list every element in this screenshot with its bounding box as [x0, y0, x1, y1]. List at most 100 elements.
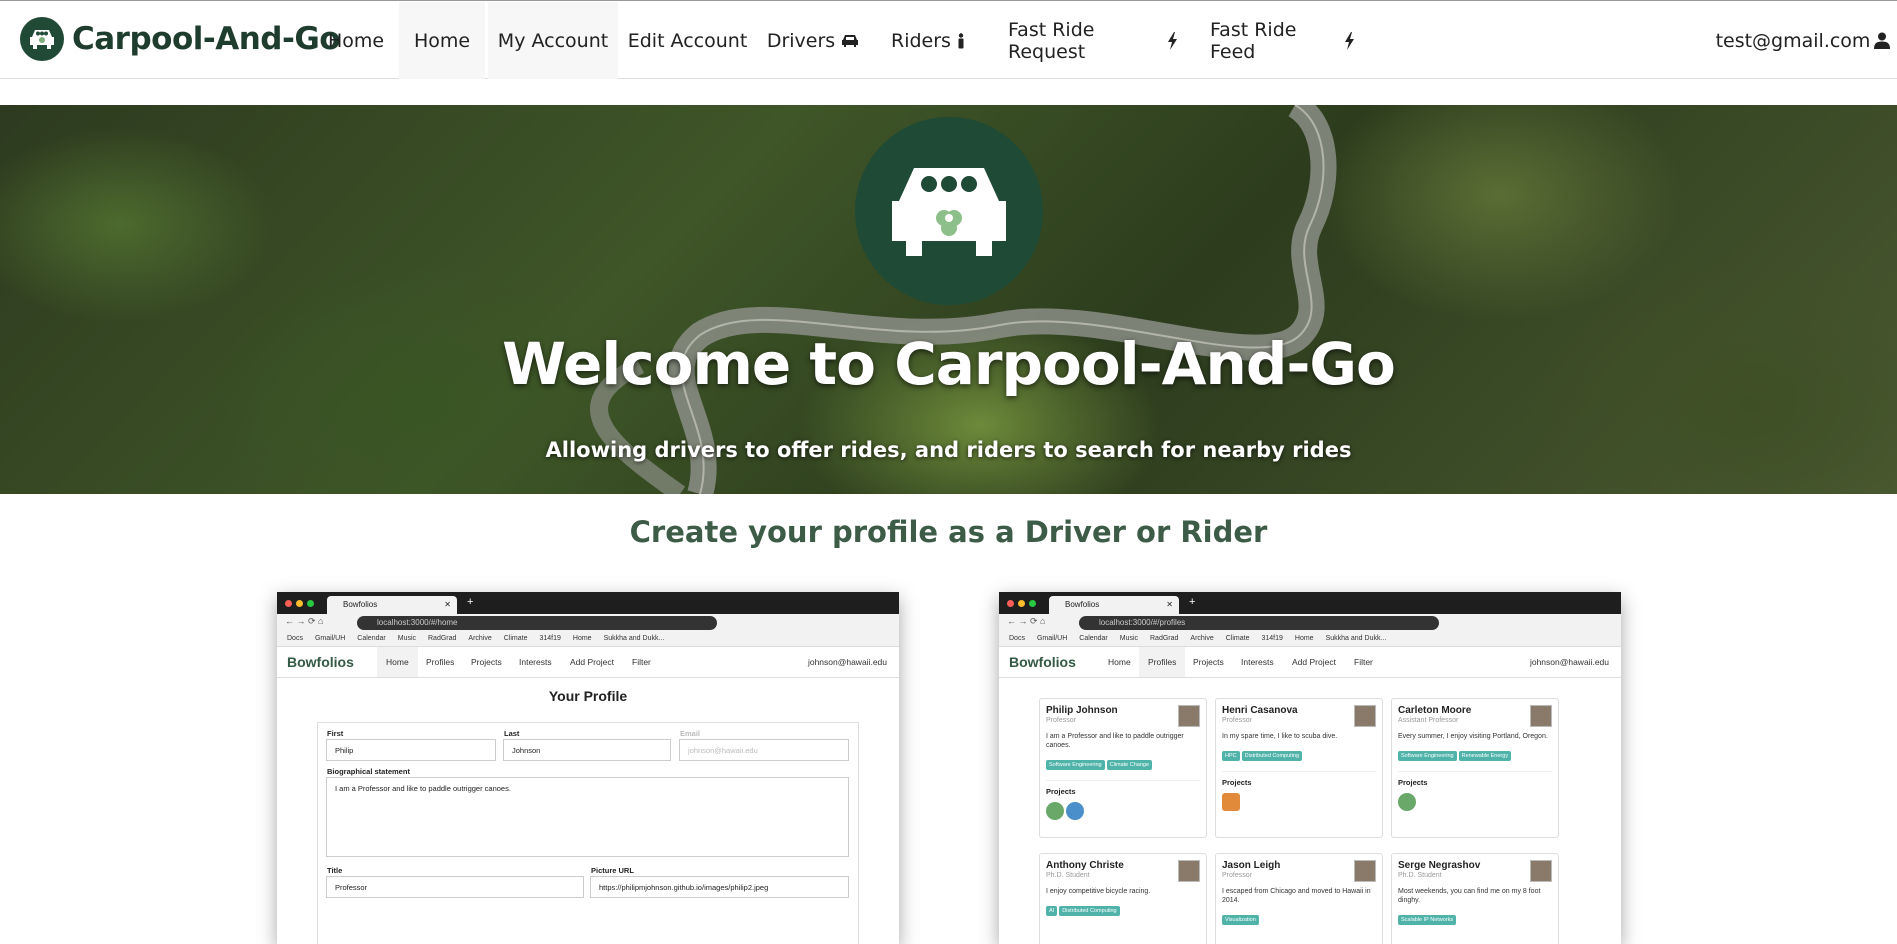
nav-fast-ride-feed[interactable]: Fast Ride Feed	[1210, 2, 1355, 79]
avatar	[1530, 705, 1552, 727]
new-tab-icon: +	[467, 596, 474, 608]
card-tags: Visualization	[1222, 915, 1376, 925]
inner-form: First Philip Last Johnson Email johnson@…	[317, 722, 859, 944]
inner-navbar: Bowfolios Home Profiles Projects Interes…	[999, 647, 1621, 678]
avatar	[1178, 705, 1200, 727]
browser-tab-title: Bowfolios	[343, 600, 378, 609]
inner-link: Profiles	[426, 657, 455, 667]
bookmark: Climate	[503, 635, 528, 642]
bookmark: Home	[1294, 635, 1314, 642]
bookmark: 314f19	[539, 635, 561, 642]
browser-toolbar: ← → ⟳ ⌂ localhost:3000/#/profiles	[999, 614, 1621, 632]
browser-tab: Bowfolios ✕	[1049, 596, 1179, 614]
inner-link: Filter	[1354, 657, 1373, 667]
bookmarks-bar: Docs Gmail/UH Calendar Music RadGrad Archive C…	[999, 632, 1621, 647]
bookmark: Docs	[1009, 635, 1025, 642]
project-icon	[1398, 793, 1416, 811]
card-tags: Scalable IP Networks	[1398, 915, 1552, 925]
bookmark: Calendar	[1079, 635, 1108, 642]
nav-drivers-label: Drivers	[766, 29, 836, 52]
inner-field: Philip	[326, 739, 496, 761]
nav-arrows-icon: ← → ⟳ ⌂	[285, 616, 324, 626]
card-bio: I enjoy competitive bicycle racing.	[1046, 888, 1151, 895]
inner-link: Add Project	[1292, 657, 1336, 667]
bookmark: Gmail/UH	[314, 635, 346, 642]
nav-home-2[interactable]: Home	[399, 2, 485, 79]
avatar	[1178, 860, 1200, 882]
nav-fast-ride-request[interactable]: Fast Ride Request	[1008, 2, 1178, 79]
bolt-icon	[1344, 31, 1355, 50]
profile-card: Philip Johnson Professor I am a Professo…	[1039, 698, 1207, 838]
inner-field: Johnson	[503, 739, 671, 761]
tag: Climate Change	[1106, 760, 1153, 770]
card-bio: In my spare time, I like to scuba dive.	[1222, 733, 1338, 740]
profile-form-screenshot: Bowfolios ✕ + ← → ⟳ ⌂ localhost:3000/#/ho…	[277, 592, 899, 944]
inner-link: Home	[377, 647, 418, 677]
card-bio: Every summer, I enjoy visiting Portland,…	[1398, 733, 1548, 740]
browser-tab: Bowfolios ✕	[327, 596, 457, 614]
bookmark: RadGrad	[1150, 635, 1179, 642]
user-menu[interactable]: test@gmail.com	[1716, 2, 1891, 79]
nav-drivers[interactable]: Drivers	[766, 2, 859, 79]
user-email: test@gmail.com	[1715, 29, 1871, 52]
inner-link: Projects	[1193, 657, 1224, 667]
browser-toolbar: ← → ⟳ ⌂ localhost:3000/#/home	[277, 614, 899, 632]
bookmark: Home	[572, 635, 592, 642]
nav-home-1[interactable]: Home	[317, 2, 395, 79]
card-role: Ph.D. Student	[1398, 872, 1442, 879]
tag: Scalable IP Networks	[1398, 915, 1457, 925]
inner-brand: Bowfolios	[1009, 654, 1076, 670]
profile-card: Jason Leigh Professor I escaped from Chi…	[1215, 853, 1383, 944]
avatar	[1354, 705, 1376, 727]
bookmark: Music	[1119, 635, 1138, 642]
card-name: Henri Casanova	[1222, 705, 1298, 716]
brand-link[interactable]: Carpool-And-Go	[20, 17, 341, 61]
profile-card: Serge Negrashov Ph.D. Student Most weeke…	[1391, 853, 1559, 944]
nav-fast-ride-request-label: Fast Ride Request	[1008, 18, 1095, 63]
card-role: Professor	[1222, 872, 1252, 879]
nav-edit-account[interactable]: Edit Account	[625, 2, 750, 79]
nav-my-account[interactable]: My Account	[488, 2, 618, 79]
card-projects-label: Projects	[1222, 771, 1376, 787]
profile-card: Anthony Christe Ph.D. Student I enjoy co…	[1039, 853, 1207, 944]
card-bio: I escaped from Chicago and moved to Hawa…	[1222, 888, 1371, 904]
profile-card: Henri Casanova Professor In my spare tim…	[1215, 698, 1383, 838]
inner-label: Biographical statement	[327, 767, 410, 776]
card-role: Professor	[1046, 717, 1076, 724]
nav-my-account-label: My Account	[497, 29, 609, 52]
inner-label: First	[327, 729, 344, 738]
hero-subtitle: Allowing drivers to offer rides, and rid…	[545, 438, 1352, 462]
card-name: Jason Leigh	[1222, 860, 1281, 871]
new-tab-icon: +	[1189, 596, 1196, 608]
hero-car-logo-icon	[855, 117, 1043, 305]
project-icon	[1222, 793, 1240, 811]
project-icon	[1046, 802, 1064, 820]
inner-label: Email	[680, 729, 701, 738]
tag: Visualization	[1222, 915, 1259, 925]
bookmark: Sukkha and Dukk...	[603, 635, 665, 642]
inner-link: Interests	[1241, 657, 1274, 667]
bookmarks-bar: Docs Gmail/UH Calendar Music RadGrad Archive C…	[277, 632, 899, 647]
inner-link: Projects	[471, 657, 502, 667]
card-role: Professor	[1222, 717, 1252, 724]
avatar	[1354, 860, 1376, 882]
nav-home-1-label: Home	[327, 29, 385, 52]
bookmark: Sukkha and Dukk...	[1325, 635, 1387, 642]
car-icon	[841, 34, 859, 48]
hero-title: Welcome to Carpool-And-Go	[502, 330, 1396, 398]
inner-label: Picture URL	[591, 866, 634, 875]
bookmark: 314f19	[1261, 635, 1283, 642]
car-logo-icon	[20, 17, 64, 61]
section-title: Create your profile as a Driver or Rider	[629, 515, 1268, 549]
avatar	[1530, 860, 1552, 882]
bookmark: Archive	[1190, 635, 1214, 642]
brand-name: Carpool-And-Go	[72, 21, 341, 57]
inner-link: Profiles	[1139, 647, 1186, 677]
card-bio: Most weekends, you can find me on my 8 f…	[1398, 888, 1541, 904]
nav-riders[interactable]: Riders	[888, 2, 968, 79]
url-bar: localhost:3000/#/home	[357, 616, 717, 630]
bookmark: Calendar	[357, 635, 386, 642]
tag: Distributed Computing	[1241, 751, 1303, 761]
person-icon	[957, 32, 965, 49]
nav-edit-account-label: Edit Account	[627, 29, 748, 52]
